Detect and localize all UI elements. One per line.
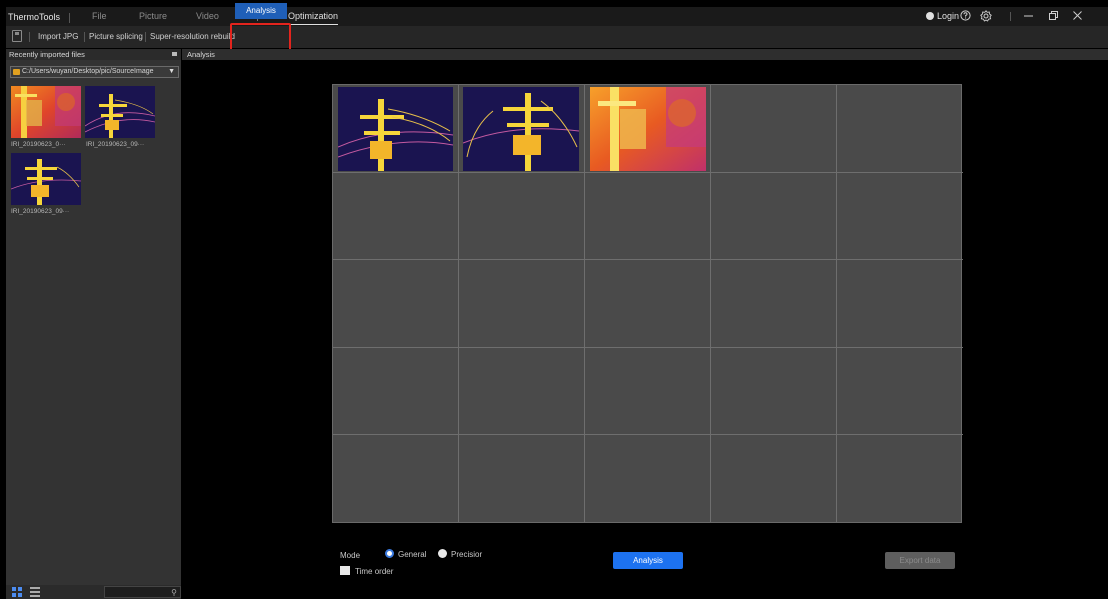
import-jpg-button[interactable]: Import JPG: [38, 32, 78, 41]
grid-cell[interactable]: [837, 173, 963, 260]
analysis-tab[interactable]: Analysis: [235, 3, 287, 19]
grid-cell[interactable]: [459, 85, 585, 173]
save-icon[interactable]: [12, 30, 22, 42]
file-thumbnail[interactable]: [10, 153, 82, 205]
grid-cell[interactable]: [837, 85, 963, 173]
grid-cell[interactable]: [585, 260, 711, 348]
grid-cell[interactable]: [585, 348, 711, 435]
search-icon: ⚲: [171, 588, 177, 597]
grid-cell[interactable]: [711, 260, 837, 348]
grid-cell[interactable]: [711, 85, 837, 173]
login-button[interactable]: Login: [926, 11, 959, 21]
file-label: IRI_20190623_09···: [11, 208, 70, 215]
close-icon[interactable]: [1072, 10, 1083, 24]
toolbar-divider: [29, 32, 30, 42]
user-icon: [926, 12, 934, 20]
mode-general-label: General: [398, 550, 427, 559]
grid-cell[interactable]: [333, 173, 459, 260]
minimize-icon[interactable]: [1023, 10, 1034, 24]
menu-picture[interactable]: Picture: [139, 11, 167, 21]
analysis-image: [337, 87, 454, 173]
export-data-button[interactable]: Export data: [885, 552, 955, 569]
chevron-down-icon: ▼: [168, 68, 175, 75]
recent-files-panel: Recently imported files C:/Users/wuyan/D…: [6, 49, 181, 599]
toolbar-divider: [230, 32, 231, 42]
collapse-icon[interactable]: [172, 52, 177, 56]
super-resolution-button[interactable]: Super-resolution rebuild: [150, 32, 235, 41]
mode-label: Mode: [340, 551, 361, 560]
picture-splicing-button[interactable]: Picture splicing: [89, 32, 143, 41]
file-thumbnail[interactable]: [11, 86, 81, 138]
time-order-checkbox[interactable]: [340, 566, 350, 575]
grid-cell[interactable]: [333, 435, 459, 522]
toolbar-divider: [145, 32, 146, 42]
content-header: Analysis: [182, 49, 1108, 60]
menu-optimization[interactable]: Optimization: [288, 11, 339, 25]
mode-precision-label: Precisior: [451, 550, 483, 559]
settings-icon[interactable]: [980, 10, 992, 25]
time-order-label: Time order: [355, 567, 394, 576]
analysis-button[interactable]: Analysis: [613, 552, 683, 569]
grid-cell[interactable]: [585, 85, 711, 173]
grid-cell[interactable]: [711, 348, 837, 435]
grid-cell[interactable]: [837, 435, 963, 522]
grid-cell[interactable]: [459, 173, 585, 260]
grid-cell[interactable]: [837, 260, 963, 348]
file-label: IRI_20190623_09···: [86, 141, 145, 148]
menu-bar: ThermoTools File Picture Video Report Op…: [6, 7, 1108, 26]
file-label: IRI_20190623_0···: [11, 141, 66, 148]
toolbar-divider: [84, 32, 85, 42]
panel-footer: ⚲: [6, 585, 181, 599]
mode-precision-radio[interactable]: [438, 549, 447, 558]
folder-icon: [13, 69, 20, 75]
folder-path-select[interactable]: C:/Users/wuyan/Desktop/pic/SourceImage ▼: [10, 66, 179, 78]
menu-file[interactable]: File: [92, 11, 107, 21]
file-thumbnail[interactable]: [84, 86, 156, 138]
grid-cell[interactable]: [711, 435, 837, 522]
toolbar: Import JPG Picture splicing Super-resolu…: [6, 26, 1108, 48]
grid-cell[interactable]: [459, 435, 585, 522]
grid-view-icon[interactable]: [12, 587, 22, 597]
grid-cell[interactable]: [585, 173, 711, 260]
controls-divider: [1010, 12, 1011, 21]
grid-cell[interactable]: [459, 260, 585, 348]
analysis-image: [462, 87, 580, 173]
grid-cell[interactable]: [333, 85, 459, 173]
grid-cell[interactable]: [711, 173, 837, 260]
grid-cell[interactable]: [585, 435, 711, 522]
grid-cell[interactable]: [333, 260, 459, 348]
analysis-image: [590, 87, 706, 173]
help-icon[interactable]: [960, 10, 971, 24]
app-title: ThermoTools: [6, 12, 72, 23]
mode-general-radio[interactable]: [385, 549, 394, 558]
restore-icon[interactable]: [1048, 10, 1059, 24]
panel-header: Recently imported files: [6, 49, 181, 60]
list-view-icon[interactable]: [30, 587, 40, 597]
analysis-grid: [332, 84, 963, 523]
grid-cell[interactable]: [837, 348, 963, 435]
grid-cell[interactable]: [459, 348, 585, 435]
login-label: Login: [937, 11, 960, 21]
menu-video[interactable]: Video: [196, 11, 219, 21]
grid-cell[interactable]: [333, 348, 459, 435]
search-input[interactable]: ⚲: [104, 586, 181, 598]
folder-path: C:/Users/wuyan/Desktop/pic/SourceImage: [22, 68, 154, 75]
panel-title: Recently imported files: [9, 50, 85, 59]
